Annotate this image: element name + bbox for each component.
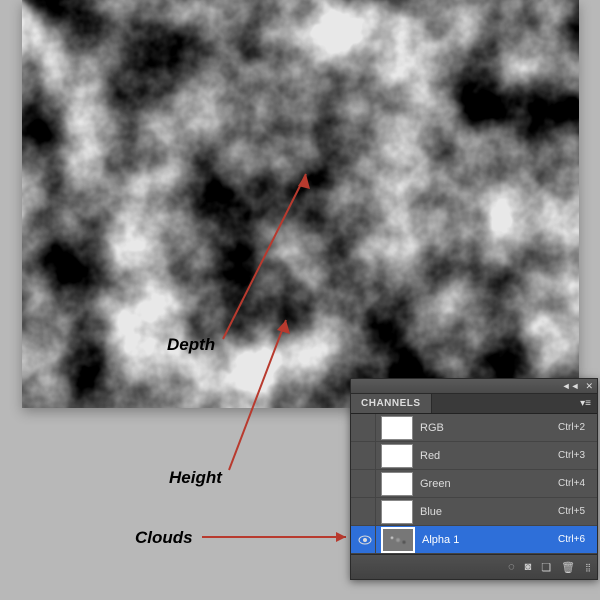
visibility-toggle[interactable] [355, 442, 376, 469]
load-selection-icon[interactable]: ◌ [508, 561, 515, 573]
arrow-clouds [200, 529, 356, 545]
panel-titlebar: ◄◄ ✕ [351, 379, 597, 394]
channel-shortcut: Ctrl+5 [558, 506, 593, 517]
channel-thumbnail [381, 444, 413, 468]
panel-menu-icon[interactable]: ▾≡ [574, 394, 597, 413]
panel-tabs: CHANNELS ▾≡ [351, 394, 597, 414]
channel-name: Green [418, 478, 558, 490]
channel-thumbnail [381, 416, 413, 440]
save-selection-icon[interactable]: ◙ [525, 561, 532, 573]
channel-row-red[interactable]: RedCtrl+3 [351, 442, 597, 470]
channel-row-blue[interactable]: BlueCtrl+5 [351, 498, 597, 526]
delete-channel-icon[interactable]: 🗑 [561, 561, 575, 574]
close-icon[interactable]: ✕ [585, 381, 593, 392]
arrow-height [224, 310, 296, 476]
visibility-toggle[interactable] [355, 414, 376, 441]
channels-panel: ◄◄ ✕ CHANNELS ▾≡ RGBCtrl+2RedCtrl+3Green… [350, 378, 598, 580]
collapse-icon[interactable]: ◄◄ [562, 381, 580, 391]
channel-name: Red [418, 450, 558, 462]
tab-channels[interactable]: CHANNELS [351, 394, 432, 413]
visibility-toggle[interactable] [355, 470, 376, 497]
eye-icon [358, 535, 372, 545]
channel-thumbnail [381, 527, 415, 553]
new-channel-icon[interactable]: ❏ [541, 561, 551, 574]
visibility-toggle[interactable] [355, 526, 376, 553]
channel-thumbnail [381, 500, 413, 524]
channel-shortcut: Ctrl+2 [558, 422, 593, 433]
visibility-toggle[interactable] [355, 498, 376, 525]
resize-grip-icon[interactable]: ⣿ [585, 563, 591, 572]
annotation-clouds: Clouds [135, 528, 193, 548]
annotation-height: Height [169, 468, 222, 488]
channel-shortcut: Ctrl+6 [558, 534, 593, 545]
channel-shortcut: Ctrl+3 [558, 450, 593, 461]
channel-name: Blue [418, 506, 558, 518]
channel-shortcut: Ctrl+4 [558, 478, 593, 489]
channel-row-rgb[interactable]: RGBCtrl+2 [351, 414, 597, 442]
annotation-depth: Depth [167, 335, 215, 355]
channel-list: RGBCtrl+2RedCtrl+3GreenCtrl+4BlueCtrl+5A… [351, 414, 597, 554]
channel-row-alpha-1[interactable]: Alpha 1Ctrl+6 [351, 526, 597, 554]
channel-name: Alpha 1 [420, 534, 558, 546]
channel-row-green[interactable]: GreenCtrl+4 [351, 470, 597, 498]
channel-thumbnail [381, 472, 413, 496]
panel-footer: ◌ ◙ ❏ 🗑 ⣿ [351, 554, 597, 579]
channel-name: RGB [418, 422, 558, 434]
